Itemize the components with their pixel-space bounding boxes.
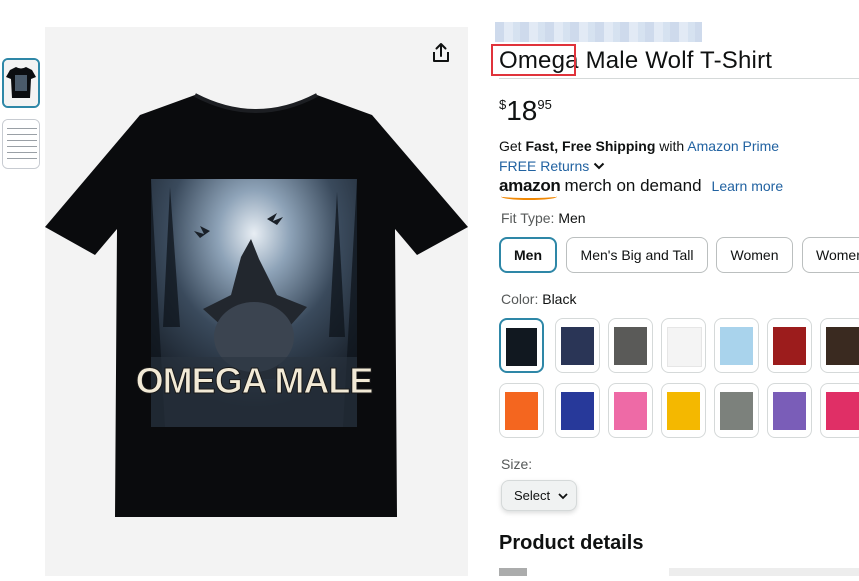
prime-link[interactable]: Amazon Prime	[687, 138, 779, 154]
color-swatch-fill	[561, 327, 594, 365]
color-swatch-fill	[720, 327, 753, 365]
color-swatch[interactable]	[767, 318, 812, 373]
tshirt-illustration: OMEGA MALE	[45, 93, 468, 517]
color-swatch[interactable]	[820, 318, 859, 373]
chevron-down-icon	[593, 162, 605, 170]
merch-on-demand: amazon merch on demand Learn more	[499, 176, 784, 200]
price: $1895	[499, 95, 552, 127]
color-swatch-fill	[667, 327, 702, 367]
shipping-with: with	[655, 138, 688, 154]
title-highlight: Omega	[491, 44, 579, 76]
thumbnail-size-chart[interactable]	[2, 119, 40, 169]
price-fraction: 95	[537, 97, 552, 112]
color-swatch[interactable]	[608, 383, 653, 438]
returns-text: FREE Returns	[499, 158, 590, 174]
color-swatch-fill	[667, 392, 700, 430]
color-value: Black	[542, 291, 577, 307]
thumbnail-shirt-image	[4, 60, 38, 106]
color-swatch[interactable]	[767, 383, 812, 438]
color-swatch[interactable]	[608, 318, 653, 373]
thumbnail-chart-image	[3, 120, 39, 168]
color-swatch[interactable]	[714, 383, 759, 438]
size-select[interactable]: Select	[501, 480, 577, 511]
title-rest: Male Wolf T-Shirt	[578, 47, 773, 74]
color-swatch-fill	[826, 327, 859, 365]
color-swatch[interactable]	[555, 383, 600, 438]
color-swatch-fill	[561, 392, 594, 430]
thumbnail-shirt-front[interactable]	[2, 58, 40, 108]
color-swatch[interactable]	[661, 318, 706, 373]
color-swatch[interactable]	[661, 383, 706, 438]
color-swatch-fill	[773, 327, 806, 365]
size-label: Size:	[501, 456, 533, 472]
color-swatch-fill	[614, 392, 647, 430]
color-swatch-fill	[505, 392, 538, 430]
fit-type-value: Men	[558, 210, 586, 226]
fit-option-women-2[interactable]: Women	[802, 237, 859, 273]
fit-option-mens-big-and-tall[interactable]: Men's Big and Tall	[566, 237, 708, 273]
product-main-image[interactable]: OMEGA MALE	[45, 27, 468, 576]
color-label: Color: Black	[501, 291, 577, 307]
color-swatch[interactable]	[714, 318, 759, 373]
shipping-fast-free: Fast, Free Shipping	[525, 138, 656, 154]
color-swatch[interactable]	[499, 383, 544, 438]
shipping-get: Get	[499, 138, 526, 154]
color-swatch-fill	[720, 392, 753, 430]
merch-text: merch on demand	[564, 176, 702, 195]
color-swatch-fill	[506, 328, 537, 366]
product-title: Omega Male Wolf T-Shirt	[491, 44, 773, 76]
fit-type-label: Fit Type: Men	[501, 210, 586, 226]
color-swatch[interactable]	[555, 318, 600, 373]
price-symbol: $	[499, 97, 507, 112]
color-swatch[interactable]	[499, 318, 544, 373]
chevron-down-icon	[558, 492, 568, 499]
blurred-brand-link[interactable]	[495, 22, 702, 42]
amazon-logo: amazon	[499, 176, 561, 200]
shipping-line: Get Fast, Free Shipping with Amazon Prim…	[499, 138, 779, 154]
title-divider	[499, 78, 859, 79]
size-select-label: Select	[514, 488, 551, 503]
learn-more-link[interactable]: Learn more	[712, 178, 784, 194]
free-returns-link[interactable]: FREE Returns	[499, 158, 605, 174]
price-whole: 18	[506, 95, 538, 126]
fit-option-men[interactable]: Men	[499, 237, 557, 273]
color-swatch-fill	[826, 392, 859, 430]
color-swatch[interactable]	[820, 383, 859, 438]
share-icon[interactable]	[428, 40, 454, 66]
color-swatch-fill	[773, 392, 806, 430]
shirt-print-text: OMEGA MALE	[136, 360, 373, 401]
fit-option-women[interactable]: Women	[716, 237, 793, 273]
color-swatch-fill	[614, 327, 647, 365]
product-details-heading: Product details	[499, 532, 644, 554]
product-details-table-cutoff	[499, 568, 859, 576]
